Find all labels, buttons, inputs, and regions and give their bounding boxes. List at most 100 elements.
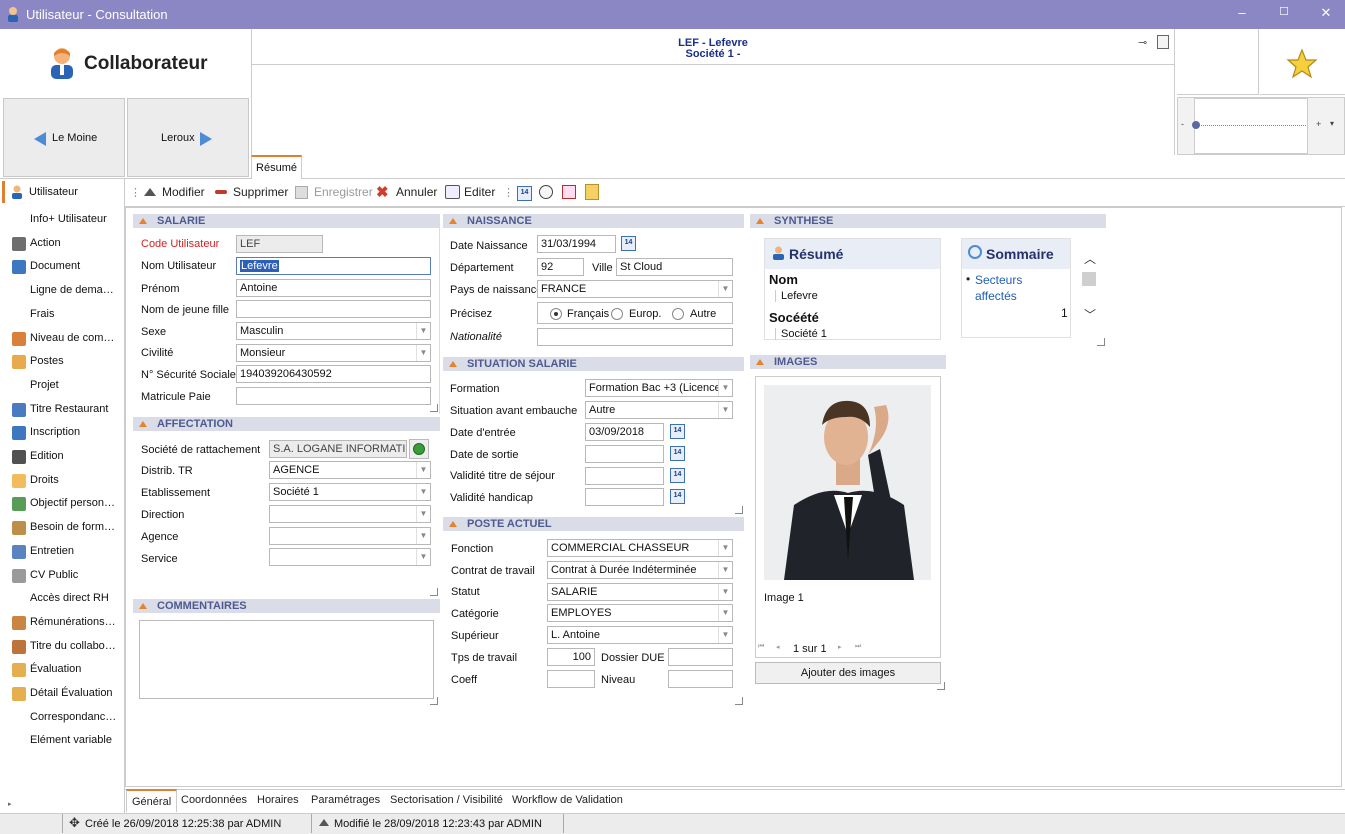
chevron-down-icon[interactable]: ▼ [416,484,430,500]
nom-field[interactable]: Lefevre [236,257,431,275]
soc-field[interactable]: S.A. LOGANE INFORMATIQU [269,440,407,458]
radio-europ[interactable] [611,308,623,320]
first-page-icon[interactable]: ⏮ [758,643,764,651]
chevron-down-icon[interactable]: ▼ [718,402,732,418]
chevron-down-icon[interactable]: ▼ [718,584,732,600]
civ-select[interactable]: Monsieur ▼ [236,344,431,362]
zoom-out-icon[interactable]: - [1181,119,1184,129]
save-button[interactable]: Enregistrer [314,185,373,199]
sidebar-item[interactable]: Titre Restaurant [2,399,123,421]
slider-thumb[interactable] [1192,121,1200,129]
scroll-thumb[interactable] [1082,272,1096,286]
sidebar-item[interactable]: Frais [2,304,123,326]
prenom-field[interactable]: Antoine [236,279,431,297]
sidebar-item[interactable]: CV Public [2,565,123,587]
calendar-icon[interactable]: 14 [670,424,685,439]
commentaires-header[interactable]: COMMENTAIRES [133,599,440,613]
secteurs-link[interactable]: Secteurs affectés [975,272,1055,304]
ss-field[interactable]: 194039206430592 [236,365,431,383]
bottom-tab[interactable]: Coordonnées [176,789,252,812]
statut-select[interactable]: SALARIE ▼ [547,583,733,601]
note-icon[interactable] [585,184,599,200]
last-page-icon[interactable]: ⏭ [855,643,861,651]
clock-icon[interactable] [539,185,553,199]
add-images-button[interactable]: Ajouter des images [755,662,941,684]
next-page-icon[interactable]: ▸ [838,643,842,651]
niveau-field[interactable] [668,670,733,688]
pin-icon[interactable]: ⊸ [1138,36,1147,49]
sidebar-item[interactable]: Besoin de form… [2,517,123,539]
salarie-header[interactable]: SALARIE [133,214,440,228]
expand-icon[interactable]: ▸ [8,800,12,808]
resize-grip[interactable] [1097,338,1105,346]
chevron-down-icon[interactable]: ▼ [416,528,430,544]
superieur-select[interactable]: L. Antoine ▼ [547,626,733,644]
sidebar-item[interactable]: Edition [2,446,123,468]
mat-field[interactable] [236,387,431,405]
prev-page-icon[interactable]: ◂ [776,643,780,651]
tps-field[interactable]: 100 [547,648,595,666]
calendar-icon[interactable]: 14 [670,468,685,483]
sidebar-item[interactable]: Action [2,233,123,255]
chevron-down-icon[interactable]: ▼ [416,549,430,565]
sidebar-item[interactable]: Correspondanc… [2,707,123,729]
chevron-down-icon[interactable]: ▼ [718,605,732,621]
cancel-button[interactable]: Annuler [396,185,437,199]
etab-select[interactable]: Société 1 ▼ [269,483,431,501]
cancel-icon[interactable]: ✖ [376,183,389,201]
modify-icon[interactable] [144,188,156,196]
chevron-down-icon[interactable]: ▼ [416,506,430,522]
naissance-header[interactable]: NAISSANCE [443,214,744,228]
sidebar-item[interactable]: Niveau de com… [2,328,123,350]
resize-grip[interactable] [430,697,438,705]
chevron-down-icon[interactable]: ▼ [416,345,430,361]
sit-select[interactable]: Autre ▼ [585,401,733,419]
resize-grip[interactable] [937,682,945,690]
bottom-tab[interactable]: Horaires [252,789,304,812]
chevron-down-icon[interactable]: ▼ [718,380,732,396]
chevron-down-icon[interactable]: ▼ [718,562,732,578]
chevron-down-icon[interactable]: ▼ [718,627,732,643]
calendar-icon[interactable]: 14 [621,236,636,251]
maximize-button[interactable]: ☐ [1274,5,1294,23]
delete-icon[interactable] [215,190,227,194]
profile-photo[interactable] [764,385,931,580]
images-header[interactable]: IMAGES [750,355,946,369]
affectation-header[interactable]: AFFECTATION [133,417,440,431]
sidebar-item[interactable]: Ligne de dema… [2,280,123,302]
bottom-tab[interactable]: Sectorisation / Visibilité [385,789,508,812]
sidebar-item[interactable]: Objectif person… [2,493,123,515]
synthese-header[interactable]: SYNTHESE [750,214,1106,228]
resize-grip[interactable] [735,697,743,705]
resize-grip[interactable] [735,506,743,514]
star-icon[interactable] [1286,48,1318,80]
sidebar-item[interactable]: Postes [2,351,123,373]
pays-select[interactable]: FRANCE ▼ [537,280,733,298]
bottom-tab[interactable]: Général [126,789,178,812]
sidebar-item[interactable]: Inscription [2,422,123,444]
service-select[interactable]: ▼ [269,548,431,566]
nat-field[interactable] [537,328,733,346]
sidebar-item[interactable]: Titre du collabo… [2,636,123,658]
minimize-button[interactable]: – [1232,5,1252,23]
sidebar-item[interactable]: Document [2,256,123,278]
radio-autre[interactable] [672,308,684,320]
chevron-down-icon[interactable]: ▼ [718,540,732,556]
zoom-in-icon[interactable]: + [1316,119,1321,129]
document-icon[interactable] [1157,35,1169,49]
chevron-down-icon[interactable]: ﹀ [1084,306,1096,323]
print-icon[interactable] [445,185,460,199]
sejour-field[interactable] [585,467,664,485]
sidebar-item[interactable]: Évaluation [2,659,123,681]
close-button[interactable]: ✕ [1316,5,1336,23]
calendar-icon[interactable]: 14 [670,446,685,461]
chevron-down-icon[interactable]: ▼ [718,281,732,297]
chevron-up-icon[interactable]: ︿ [1084,250,1096,267]
formation-select[interactable]: Formation Bac +3 (Licence, ▼ [585,379,733,397]
sidebar-item[interactable]: Accès direct RH [2,588,123,610]
ville-field[interactable]: St Cloud [616,258,733,276]
bottom-tab[interactable]: Workflow de Validation [507,789,628,812]
sortie-field[interactable] [585,445,664,463]
handicap-field[interactable] [585,488,664,506]
sidebar-item[interactable]: Rémunérations… [2,612,123,634]
